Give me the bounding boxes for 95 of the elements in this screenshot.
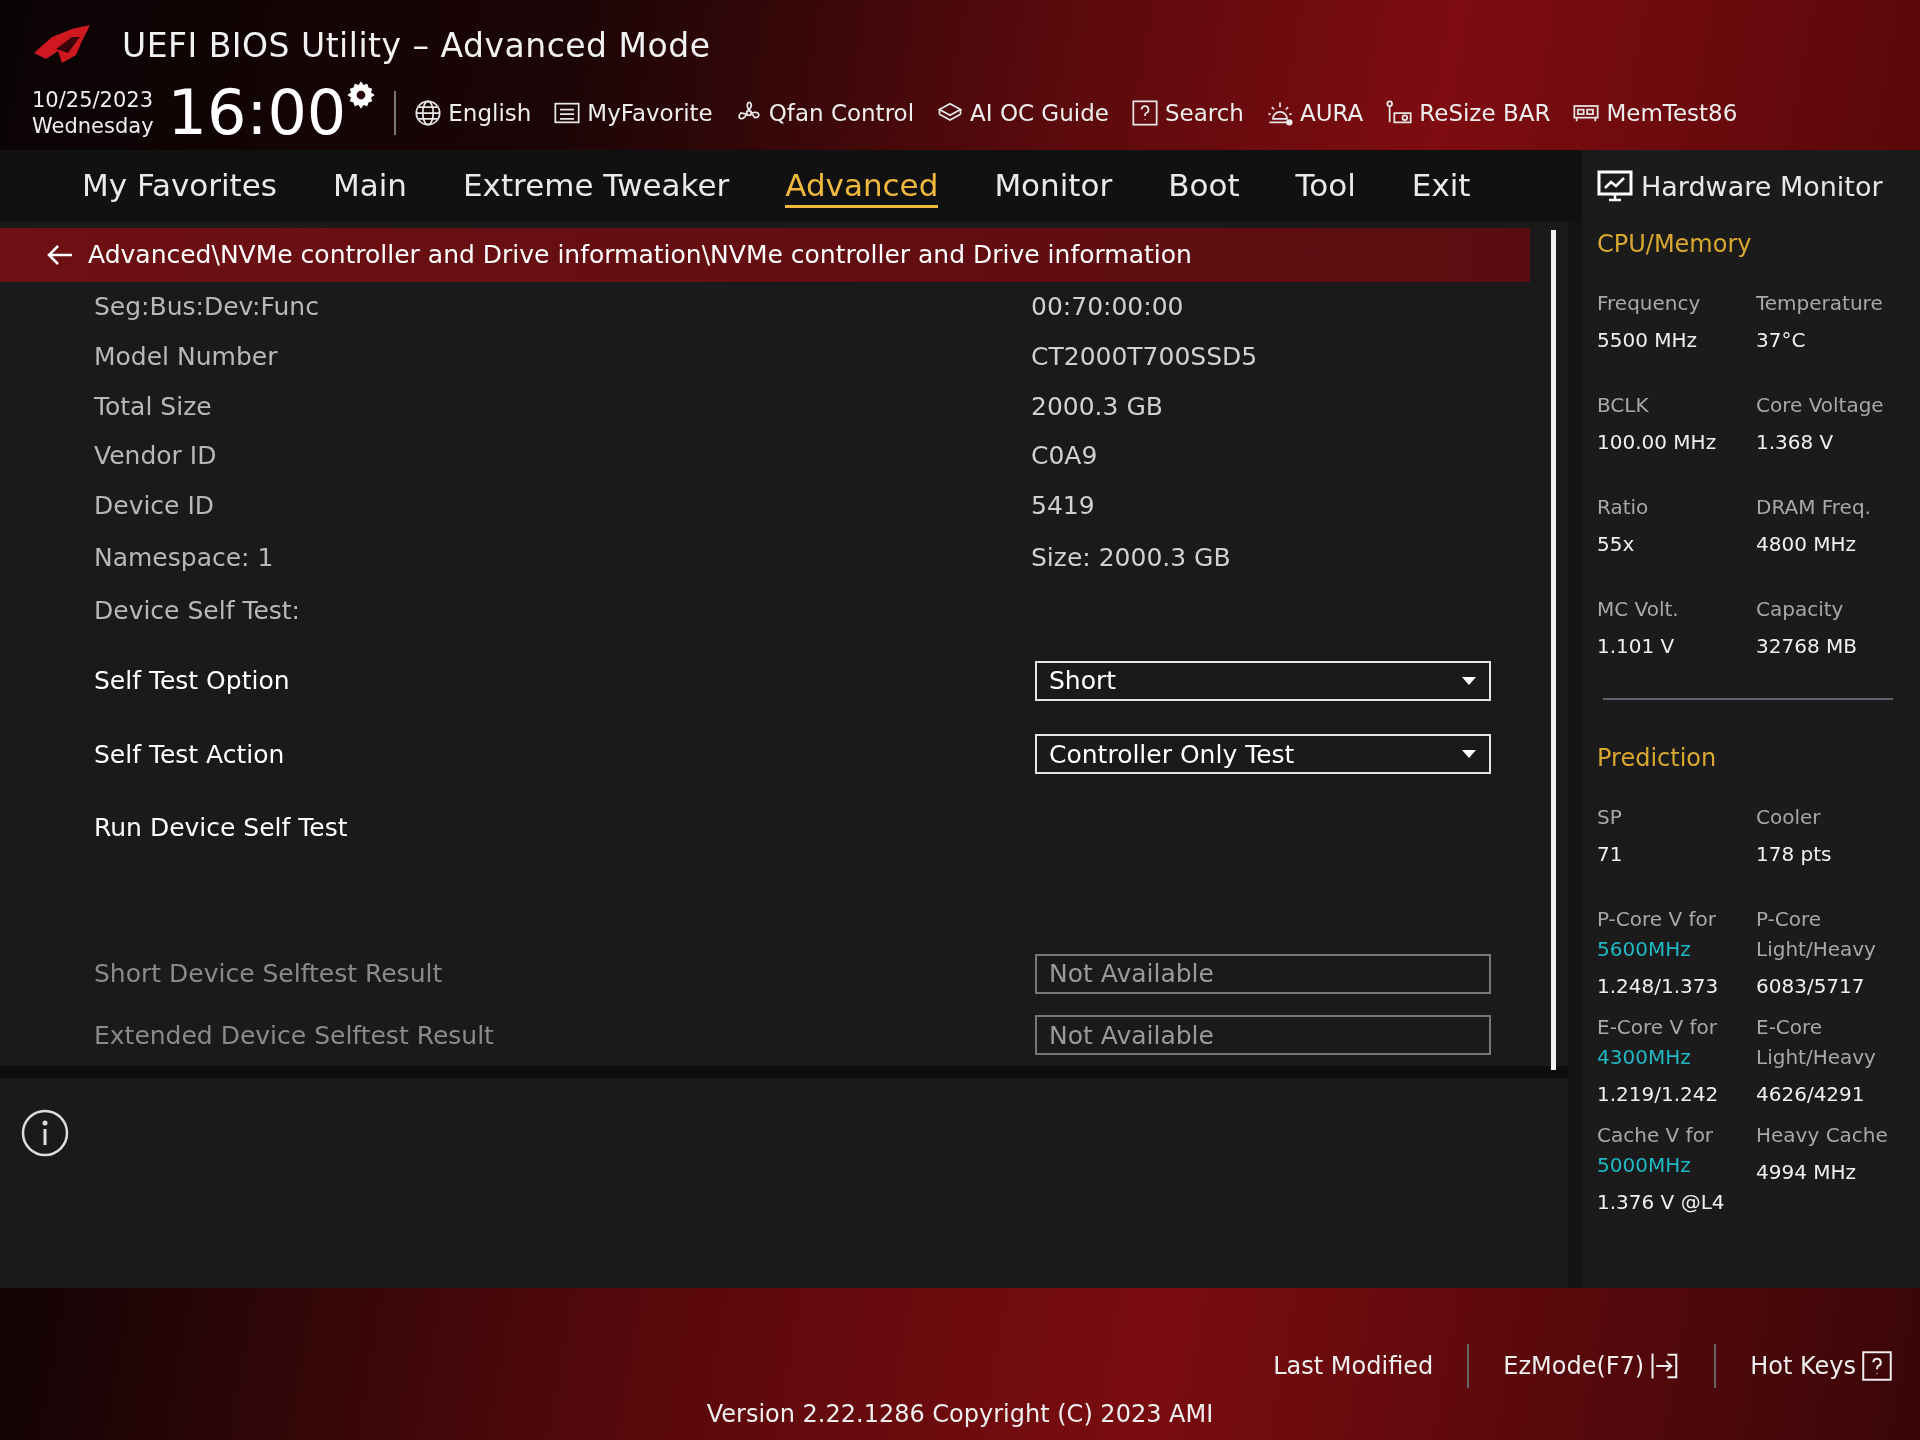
setting-value: 2000.3 GB	[1031, 391, 1163, 421]
setting-label: Short Device Selftest Result	[94, 959, 444, 988]
monitor-icon	[1597, 170, 1633, 202]
info-icon	[20, 1108, 70, 1158]
menu-tab[interactable]: Monitor	[994, 164, 1113, 208]
stat-value: 1.101 V	[1597, 633, 1676, 660]
result-field: Not Available	[1035, 1015, 1491, 1056]
toolbar-button[interactable]: MemTest86	[1572, 99, 1738, 127]
caret-icon	[1461, 749, 1477, 760]
stat-value: 55x	[1597, 531, 1636, 558]
toolbar-button[interactable]: Search	[1130, 99, 1244, 127]
stat-label: Capacity	[1756, 596, 1845, 623]
stat-label: P-Core Light/Heavy	[1756, 906, 1877, 963]
toolbar-button[interactable]: Qfan Control	[734, 99, 915, 127]
globe-icon	[414, 99, 443, 127]
stat-label: MC Volt.	[1597, 596, 1680, 623]
setting-label: Seg:Bus:Dev:Func	[94, 292, 320, 322]
stat-frequency: 5600MHz	[1597, 936, 1692, 963]
stat-value: 1.219/1.242	[1597, 1081, 1720, 1108]
weekday: Wednesday	[32, 113, 154, 139]
menu-tab[interactable]: Tool	[1295, 164, 1356, 208]
stat-frequency: 5000MHz	[1597, 1152, 1692, 1179]
setting-label: Device Self Test:	[94, 596, 302, 626]
toolbar-button[interactable]: MyFavorite	[553, 99, 713, 127]
dropdown-field[interactable]: Controller Only Test	[1035, 734, 1491, 775]
stat-value: 71	[1597, 841, 1624, 868]
toolbar-button[interactable]: AI OC Guide	[936, 99, 1109, 127]
help-icon	[1862, 1351, 1892, 1381]
menu-tab[interactable]: Extreme Tweaker	[463, 164, 730, 208]
stat-label: Temperature	[1756, 290, 1884, 317]
settings-icon[interactable]	[346, 80, 377, 110]
toolbar-button[interactable]: ReSize BAR	[1385, 99, 1551, 127]
stat-frequency: 4300MHz	[1597, 1044, 1692, 1071]
setting-label: Model Number	[94, 341, 279, 371]
stat-value: 5500 MHz	[1597, 327, 1699, 354]
toolbar-button[interactable]: English	[414, 99, 532, 127]
stat-label: Heavy Cache	[1756, 1122, 1889, 1149]
clock-time: 16:00	[167, 78, 347, 148]
stat-label: Cache V for	[1597, 1122, 1715, 1149]
help-icon	[1130, 99, 1159, 127]
stat-value: 4800 MHz	[1756, 531, 1858, 558]
stat-value: 6083/5717	[1756, 973, 1866, 1000]
setting-label: Vendor ID	[94, 441, 218, 471]
setting-label: Extended Device Selftest Result	[94, 1020, 495, 1050]
setting-value: CT2000T700SSD5	[1031, 341, 1258, 371]
stat-value: 1.376 V @L4	[1597, 1189, 1726, 1216]
menu-tab[interactable]: Advanced	[785, 164, 939, 208]
stat-value: 37°C	[1756, 327, 1807, 354]
result-field: Not Available	[1035, 953, 1491, 994]
stat-label: Cooler	[1756, 804, 1822, 831]
setting-value: C0A9	[1031, 441, 1098, 471]
setting-value: 00:70:00:00	[1031, 292, 1184, 322]
date: 10/25/2023	[32, 87, 154, 113]
breadcrumb-path: Advanced\NVMe controller and Drive information\NVMe controller and Drive information	[88, 240, 1192, 270]
scrollbar[interactable]	[1551, 230, 1556, 1070]
stat-label: SP	[1597, 804, 1623, 831]
back-arrow-icon[interactable]	[46, 242, 74, 267]
stat-label: DRAM Freq.	[1756, 494, 1872, 521]
menu-tab[interactable]: Exit	[1411, 164, 1471, 208]
footer-button[interactable]: Last Modified	[1273, 1352, 1434, 1380]
stat-value: 178 pts	[1756, 841, 1833, 868]
setting-label: Total Size	[94, 391, 213, 421]
stat-value: 1.248/1.373	[1597, 973, 1720, 1000]
stat-label: P-Core V for	[1597, 906, 1718, 933]
stat-label: BCLK	[1597, 392, 1650, 419]
stat-label: Frequency	[1597, 290, 1702, 317]
run-test-link[interactable]: Run Device Self Test	[94, 813, 1031, 843]
stat-label: Ratio	[1597, 494, 1650, 521]
menu-tab[interactable]: My Favorites	[82, 164, 277, 208]
menu-tab[interactable]: Boot	[1168, 164, 1240, 208]
footer-button[interactable]: EzMode(F7)	[1503, 1351, 1681, 1381]
caret-icon	[1461, 675, 1477, 686]
stat-value: 100.00 MHz	[1597, 429, 1718, 456]
window-title: UEFI BIOS Utility – Advanced Mode	[122, 25, 711, 65]
setting-label: Self Test Action	[94, 739, 286, 769]
panel-title: Hardware Monitor	[1641, 170, 1883, 202]
setting-value: Size: 2000.3 GB	[1031, 542, 1231, 572]
menu-tab[interactable]: Main	[333, 164, 407, 208]
setting-label: Namespace: 1	[94, 542, 275, 572]
setting-label: Device ID	[94, 490, 216, 520]
setting-value: 5419	[1031, 490, 1095, 520]
stat-label: E-Core V for	[1597, 1014, 1719, 1041]
setting-label: Self Test Option	[94, 666, 291, 696]
version-text: Version 2.22.1286 Copyright (C) 2023 AMI	[706, 1400, 1214, 1428]
dropdown-field[interactable]: Short	[1035, 660, 1491, 701]
toolbar-button[interactable]: AURA	[1265, 99, 1364, 127]
section-title: Prediction	[1597, 744, 1718, 772]
stat-label: Core Voltage	[1756, 392, 1885, 419]
stat-value: 32768 MB	[1756, 633, 1858, 660]
stat-value: 4626/4291	[1756, 1081, 1866, 1108]
section-title: CPU/Memory	[1597, 230, 1753, 258]
stat-label: E-Core Light/Heavy	[1756, 1014, 1877, 1071]
stat-value: 4994 MHz	[1756, 1159, 1858, 1186]
footer-button[interactable]: Hot Keys	[1750, 1351, 1892, 1381]
stat-value: 1.368 V	[1756, 429, 1835, 456]
